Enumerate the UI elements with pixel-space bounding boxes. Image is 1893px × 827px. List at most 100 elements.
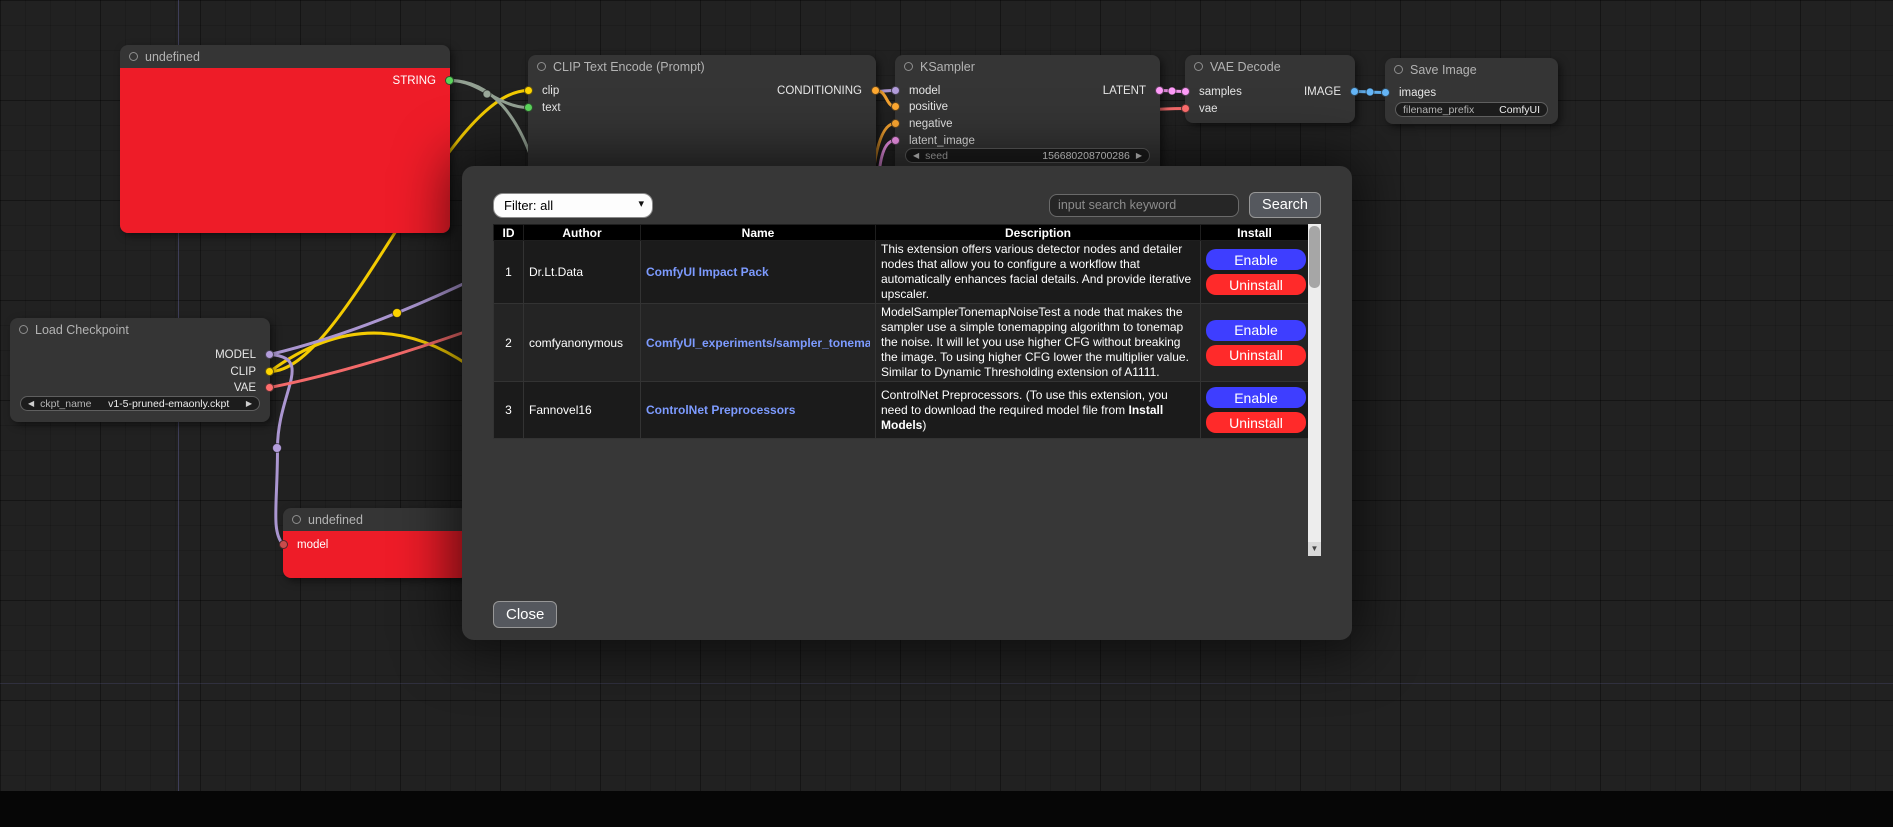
conditioning-pin-icon[interactable]	[891, 102, 900, 111]
output-slot-image[interactable]: IMAGE	[1185, 84, 1355, 99]
node-title: VAE Decode	[1210, 60, 1281, 74]
text-pin-icon[interactable]	[524, 103, 533, 112]
slot-label: LATENT	[1103, 85, 1146, 97]
filter-select-wrap[interactable]: Filter: all ▾	[493, 193, 653, 218]
input-slot-vae[interactable]: vae	[1185, 101, 1355, 116]
increment-arrow-icon[interactable]: ▶	[246, 400, 252, 408]
cell-name: ComfyUI Impact Pack	[641, 241, 876, 304]
output-slot-string[interactable]: STRING	[120, 73, 450, 88]
cell-author: comfyanonymous	[524, 304, 641, 382]
latent-pin-icon[interactable]	[891, 136, 900, 145]
vae-pin-icon[interactable]	[1181, 104, 1190, 113]
cell-name: ControlNet Preprocessors	[641, 382, 876, 439]
image-pin-icon[interactable]	[1350, 87, 1359, 96]
seed-widget[interactable]: ◀ seed 156680208700286 ▶	[905, 148, 1150, 163]
increment-arrow-icon[interactable]: ▶	[1136, 152, 1142, 160]
image-pin-icon[interactable]	[1381, 88, 1390, 97]
output-slot-latent[interactable]: LATENT	[895, 83, 1160, 98]
slot-label: IMAGE	[1304, 86, 1341, 98]
node-title-bar[interactable]: undefined	[120, 45, 450, 68]
enable-button[interactable]: Enable	[1206, 320, 1306, 341]
input-slot-positive[interactable]: positive	[895, 99, 1160, 114]
node-vae-decode[interactable]: VAE Decode samples vae IMAGE	[1185, 55, 1355, 123]
node-title: CLIP Text Encode (Prompt)	[553, 60, 705, 74]
decrement-arrow-icon[interactable]: ◀	[28, 400, 34, 408]
slot-label: negative	[909, 118, 952, 130]
output-slot-conditioning[interactable]: CONDITIONING	[528, 83, 876, 98]
model-pin-icon[interactable]	[279, 540, 288, 549]
widget-label: filename_prefix	[1403, 104, 1474, 116]
node-title-bar[interactable]: VAE Decode	[1185, 55, 1355, 78]
scroll-down-button[interactable]: ▼	[1308, 542, 1321, 556]
table-header-row: ID Author Name Description Install	[494, 225, 1309, 241]
uninstall-button[interactable]: Uninstall	[1206, 412, 1306, 433]
conditioning-pin-icon[interactable]	[891, 119, 900, 128]
link-dot	[393, 309, 402, 318]
node-title: undefined	[145, 50, 200, 64]
ckpt-name-widget[interactable]: ◀ ckpt_name v1-5-pruned-emaonly.ckpt ▶	[20, 396, 260, 411]
output-slot-clip[interactable]: CLIP	[10, 364, 270, 379]
vae-pin-icon[interactable]	[265, 383, 274, 392]
conditioning-pin-icon[interactable]	[871, 86, 880, 95]
input-slot-text[interactable]: text	[528, 100, 876, 115]
cell-install: Enable Uninstall	[1201, 382, 1309, 439]
slot-label: MODEL	[215, 349, 256, 361]
clip-pin-icon[interactable]	[265, 367, 274, 376]
cell-id: 1	[494, 241, 524, 304]
enable-button[interactable]: Enable	[1206, 249, 1306, 270]
output-slot-vae[interactable]: VAE	[10, 380, 270, 395]
node-title-bar[interactable]: KSampler	[895, 55, 1160, 78]
widget-label: seed	[925, 150, 948, 162]
wire-clip-to-hidden-node	[270, 333, 468, 371]
extension-link[interactable]: ComfyUI Impact Pack	[646, 265, 870, 279]
slot-label: images	[1399, 87, 1436, 99]
string-pin-icon[interactable]	[445, 76, 454, 85]
uninstall-button[interactable]: Uninstall	[1206, 345, 1306, 366]
slot-label: model	[297, 539, 328, 551]
input-slot-latent-image[interactable]: latent_image	[895, 133, 1160, 148]
model-pin-icon[interactable]	[265, 350, 274, 359]
node-undefined-bottom[interactable]: undefined model	[283, 508, 468, 578]
filename-prefix-widget[interactable]: filename_prefix ComfyUI	[1395, 102, 1548, 117]
node-load-checkpoint[interactable]: Load Checkpoint MODEL CLIP VAE ◀ ckpt_na…	[10, 318, 270, 422]
scrollbar[interactable]: ▼	[1308, 224, 1321, 556]
search-input[interactable]	[1049, 194, 1239, 217]
input-slot-negative[interactable]: negative	[895, 116, 1160, 131]
cell-install: Enable Uninstall	[1201, 304, 1309, 382]
decrement-arrow-icon[interactable]: ◀	[913, 152, 919, 160]
dialog-toolbar: Filter: all ▾ Search	[493, 192, 1321, 218]
output-slot-model[interactable]: MODEL	[10, 347, 270, 362]
node-title-bar[interactable]: CLIP Text Encode (Prompt)	[528, 55, 876, 78]
cell-install: Enable Uninstall	[1201, 241, 1309, 304]
search-button[interactable]: Search	[1249, 192, 1321, 218]
uninstall-button[interactable]: Uninstall	[1206, 274, 1306, 295]
extension-link[interactable]: ControlNet Preprocessors	[646, 403, 870, 417]
input-slot-images[interactable]: images	[1385, 85, 1558, 100]
node-save-image[interactable]: Save Image images filename_prefix ComfyU…	[1385, 58, 1558, 124]
link-dot	[1168, 87, 1176, 95]
node-status-icon	[904, 62, 913, 71]
column-header-description: Description	[876, 225, 1201, 241]
node-title-bar[interactable]: Load Checkpoint	[10, 318, 270, 341]
bottom-bar	[0, 791, 1893, 827]
table-row: 1 Dr.Lt.Data ComfyUI Impact Pack This ex…	[494, 241, 1309, 304]
cell-author: Dr.Lt.Data	[524, 241, 641, 304]
latent-pin-icon[interactable]	[1155, 86, 1164, 95]
link-dot	[1366, 88, 1374, 96]
extension-link[interactable]: ComfyUI_experiments/sampler_tonemap	[646, 336, 870, 350]
node-title: undefined	[308, 513, 363, 527]
filter-select[interactable]: Filter: all	[493, 193, 653, 218]
table-row: 3 Fannovel16 ControlNet Preprocessors Co…	[494, 382, 1309, 439]
node-title-bar[interactable]: Save Image	[1385, 58, 1558, 81]
enable-button[interactable]: Enable	[1206, 387, 1306, 408]
slot-label: text	[542, 102, 561, 114]
canvas-axis-horizontal	[0, 683, 1893, 684]
scrollbar-thumb[interactable]	[1309, 226, 1320, 288]
node-status-icon	[292, 515, 301, 524]
node-title-bar[interactable]: undefined	[283, 508, 468, 531]
node-undefined-top[interactable]: undefined STRING	[120, 45, 450, 233]
extensions-table: ID Author Name Description Install 1 Dr.…	[493, 224, 1309, 439]
node-body-error[interactable]	[120, 68, 450, 233]
close-button[interactable]: Close	[493, 601, 557, 628]
input-slot-model[interactable]: model	[283, 537, 468, 552]
